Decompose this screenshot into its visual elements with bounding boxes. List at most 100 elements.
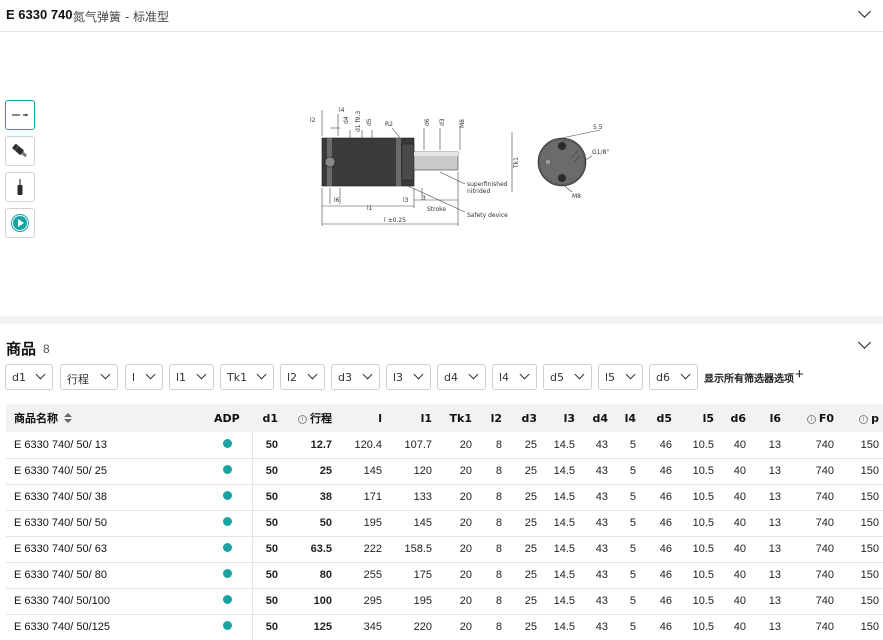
product-name-cell[interactable]: E 6330 740/ 50/ 50 [6, 510, 204, 536]
chevron-down-icon[interactable] [858, 336, 871, 349]
show-all-filters-link[interactable]: 显示所有筛选器选项 [704, 370, 794, 385]
adp-cell [204, 432, 253, 458]
cell-f0: 740 [815, 517, 834, 529]
cell-d6: 40 [733, 543, 746, 555]
cell-tk1: 20 [459, 543, 472, 555]
info-icon[interactable]: i [859, 414, 869, 424]
cell-l1: 133 [413, 491, 432, 503]
product-name-cell[interactable]: E 6330 740/ 50/ 38 [6, 484, 204, 510]
adp-cell [204, 536, 253, 562]
product-name-cell[interactable]: E 6330 740/ 50/100 [6, 588, 204, 614]
cell-l1: 120 [413, 465, 432, 477]
cell-l: 120.4 [354, 438, 382, 451]
table-row[interactable]: E 6330 740/ 50/100 50 100 295 195 20 8 25 14.5 43… [6, 588, 883, 614]
thumb-drawing[interactable] [5, 100, 35, 130]
filter-l3[interactable]: l3 [386, 364, 431, 390]
table-row[interactable]: E 6330 740/ 50/ 38 50 38 171 133 20 8 25 14.5 43 5… [6, 484, 883, 510]
info-icon[interactable]: i [298, 415, 307, 424]
drawing-label-m8-bottom: M8 [572, 193, 581, 200]
sort-icon[interactable] [64, 413, 72, 424]
cell-stroke: 25 [319, 465, 332, 477]
cell-l2: 8 [495, 595, 502, 607]
cell-p: 150 [860, 491, 879, 503]
filter-l5[interactable]: l5 [598, 364, 643, 390]
cell-l3: 14.5 [553, 465, 575, 477]
cell-d6: 40 [733, 438, 746, 451]
cell-p: 150 [860, 465, 879, 477]
cell-stroke: 38 [319, 491, 332, 503]
filter-label: l5 [605, 371, 616, 384]
product-name-cell[interactable]: E 6330 740/ 50/125 [6, 614, 204, 640]
col-header-label: 行程 [310, 412, 332, 425]
chevron-down-icon [413, 369, 424, 380]
cell-d4: 43 [595, 517, 608, 529]
thumb-side-view[interactable] [5, 136, 35, 166]
cell-l1: 220 [413, 621, 432, 633]
thumb-upright-view[interactable] [5, 172, 35, 202]
table-row[interactable]: E 6330 740/ 50/ 63 50 63.5 222 158.5 20 8 25 14.… [6, 536, 883, 562]
table-row[interactable]: E 6330 740/ 50/ 13 50 12.7 120.4 107.7 20 8 25 1… [6, 432, 883, 458]
cell-d3: 25 [524, 491, 537, 503]
chevron-down-icon [35, 369, 46, 380]
filter-label: l4 [499, 371, 510, 384]
table-row[interactable]: E 6330 740/ 50/125 50 125 345 220 20 8 25 14.5 43… [6, 614, 883, 640]
chevron-down-icon [100, 369, 111, 380]
filter-label: d4 [444, 371, 458, 384]
filter-l2[interactable]: l2 [280, 364, 325, 390]
cell-d3: 25 [524, 569, 537, 581]
cell-l: 345 [363, 621, 382, 633]
cell-l5: 10.5 [692, 517, 714, 529]
cell-d4: 43 [595, 465, 608, 477]
cell-d5: 46 [659, 569, 672, 581]
thumb-video[interactable] [5, 208, 35, 238]
col-header-l: l [378, 411, 382, 425]
cell-d6: 40 [733, 621, 746, 633]
products-title: 商品 [6, 340, 37, 358]
cell-l2: 8 [495, 438, 502, 451]
chevron-down-icon[interactable] [858, 5, 871, 18]
cell-d3: 25 [524, 465, 537, 477]
filter-l4[interactable]: l4 [492, 364, 537, 390]
cell-l5: 10.5 [692, 621, 714, 633]
plus-icon[interactable]: + [795, 367, 804, 382]
filter-l1[interactable]: l1 [169, 364, 214, 390]
filter-tk1[interactable]: Tk1 [220, 364, 274, 390]
cell-l: 255 [363, 569, 382, 581]
filter-d5[interactable]: d5 [543, 364, 592, 390]
availability-dot-icon [223, 438, 232, 448]
product-name-cell[interactable]: E 6330 740/ 50/ 25 [6, 458, 204, 484]
col-header-p: ip [838, 404, 883, 432]
cell-d6: 40 [733, 491, 746, 503]
filter-d3[interactable]: d3 [331, 364, 380, 390]
cell-f0: 740 [815, 569, 834, 581]
filter-d6[interactable]: d6 [649, 364, 698, 390]
table-row[interactable]: E 6330 740/ 50/ 50 50 50 195 145 20 8 25 14.5 43 5… [6, 510, 883, 536]
drawing-label-g1-8: G1/8" [592, 149, 609, 156]
product-name-cell[interactable]: E 6330 740/ 50/ 63 [6, 536, 204, 562]
filter-d1[interactable]: d1 [5, 364, 53, 390]
filter-label: l3 [393, 371, 404, 384]
product-name-cell[interactable]: E 6330 740/ 50/ 80 [6, 562, 204, 588]
spring-upright-icon [17, 179, 23, 195]
table-row[interactable]: E 6330 740/ 50/ 80 50 80 255 175 20 8 25 14.5 43 5… [6, 562, 883, 588]
filter-d4[interactable]: d4 [437, 364, 486, 390]
cell-l4: 5 [629, 595, 636, 607]
col-header-name[interactable]: 商品名称 [6, 404, 204, 432]
filter-label: d5 [550, 371, 564, 384]
filter-label: l1 [176, 371, 187, 384]
cell-d6: 40 [733, 517, 746, 529]
filter-l[interactable]: l [125, 364, 163, 390]
cell-l6: 13 [768, 569, 781, 581]
product-name-cell[interactable]: E 6330 740/ 50/ 13 [6, 432, 204, 458]
filter-stroke[interactable]: 行程 [60, 364, 118, 390]
table-row[interactable]: E 6330 740/ 50/ 25 50 25 145 120 20 8 25 14.5 43 5… [6, 458, 883, 484]
adp-cell [204, 484, 253, 510]
availability-dot-icon [223, 465, 232, 474]
cell-l3: 14.5 [553, 438, 575, 451]
table-header-row: 商品名称 ADP d1 i 行程 l l1 Tk1 l2 d3 l3 d4 l4 … [6, 404, 883, 432]
chevron-down-icon [362, 369, 373, 380]
section-divider [0, 316, 883, 324]
drawing-label-l-total: l ±0.25 [384, 217, 406, 224]
info-icon[interactable]: i [806, 414, 816, 424]
cell-l6: 13 [768, 438, 781, 451]
